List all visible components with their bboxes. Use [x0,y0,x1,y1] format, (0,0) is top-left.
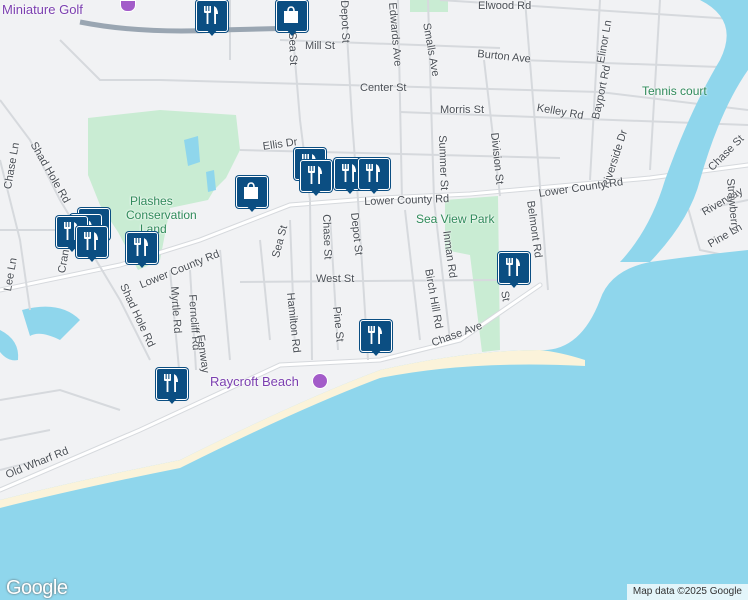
shopping-marker[interactable] [276,0,308,40]
route-6a [79,19,301,34]
tennis-court-label: Tennis court [642,84,707,98]
center-st-label: Center St [360,82,407,94]
west-st-label: West St [316,273,355,285]
restaurant-marker[interactable] [498,252,530,292]
miniature-golf-label: Miniature Golf [2,2,83,17]
golf-poi-icon[interactable] [120,0,136,12]
map-canvas[interactable]: Miniature Golf Elwood Rd Edwards Ave Sma… [0,0,748,600]
elwood-rd-label: Elwood Rd [478,0,532,12]
chase-st-label: Chase St [320,214,334,260]
cape-cod-bay [0,250,748,600]
restaurant-marker[interactable] [358,158,390,198]
plashes-conservation-park [88,110,240,270]
conservation-label: Conservation [126,208,197,222]
raycroft-beach-label: Raycroft Beach [210,374,299,389]
map-attribution[interactable]: Map data ©2025 Google [626,584,748,600]
restaurant-marker[interactable] [126,232,158,272]
plashes-label: Plashes [130,194,173,208]
restaurant-marker[interactable] [156,368,188,408]
google-logo: Google [6,577,68,599]
depot-st-north-label: Depot St [338,0,352,44]
sea-view-park-label: Sea View Park [416,212,495,226]
restaurant-marker[interactable] [196,0,228,40]
marsh-water [0,330,19,361]
marsh-water [22,306,80,340]
restaurant-marker[interactable] [360,320,392,360]
summer-st-label: Summer St [436,135,450,191]
beach-poi-icon[interactable] [312,373,328,389]
restaurant-marker[interactable] [300,160,332,200]
restaurant-marker[interactable] [76,226,108,266]
shopping-marker[interactable] [236,176,268,216]
mill-st-label: Mill St [305,40,335,52]
morris-st-label: Morris St [440,104,484,116]
